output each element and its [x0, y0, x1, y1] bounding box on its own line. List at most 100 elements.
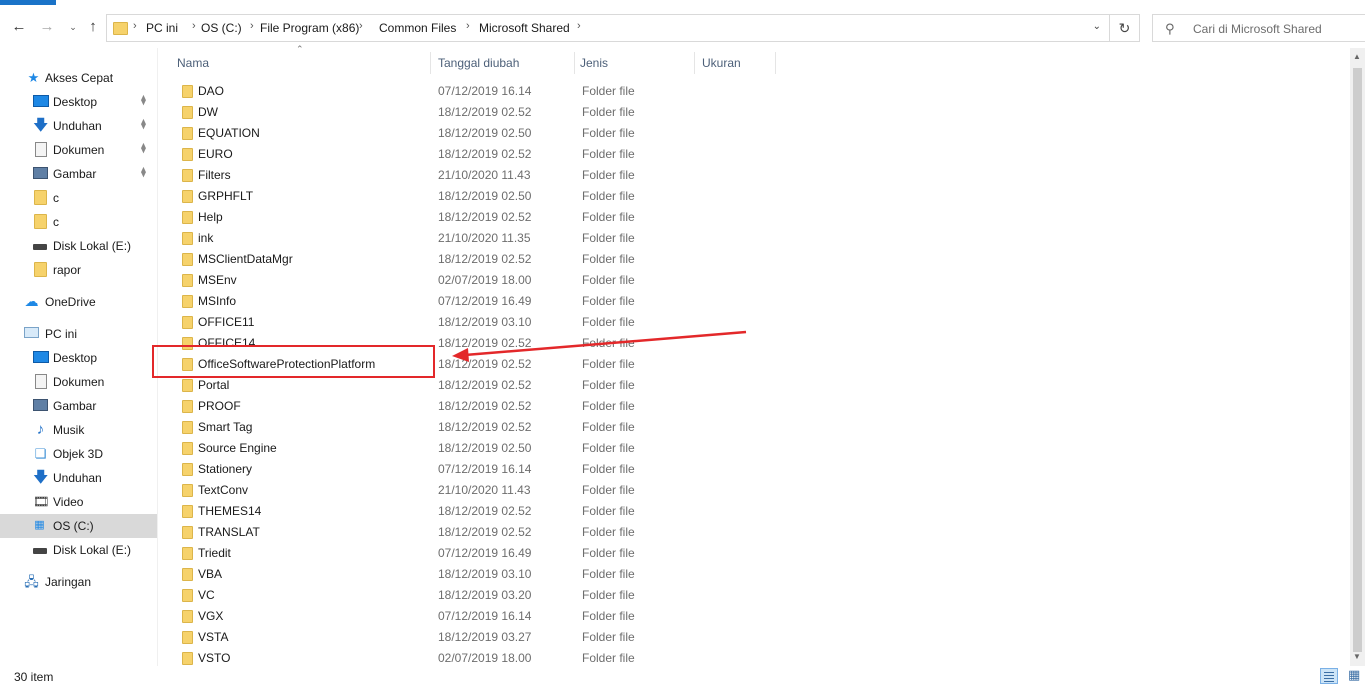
file-row[interactable]: VSTA 18/12/2019 03.27 Folder file — [174, 627, 774, 648]
chevron-right-icon[interactable]: › — [192, 20, 196, 32]
search-input[interactable]: ⚲ Cari di Microsoft Shared — [1152, 14, 1365, 42]
folder-icon — [182, 400, 193, 413]
file-row[interactable]: Portal 18/12/2019 02.52 Folder file — [174, 375, 774, 396]
file-row[interactable]: THEMES14 18/12/2019 02.52 Folder file — [174, 501, 774, 522]
file-row[interactable]: VC 18/12/2019 03.20 Folder file — [174, 585, 774, 606]
sidebar-item-desktop[interactable]: Desktop — [0, 346, 157, 370]
file-row[interactable]: TextConv 21/10/2020 11.43 Folder file — [174, 480, 774, 501]
folder-icon — [182, 589, 193, 602]
sidebar-item-desktop[interactable]: Desktop ⧫ — [0, 90, 157, 114]
sidebar-item-documents[interactable]: Dokumen ⧫ — [0, 138, 157, 162]
desktop-icon — [33, 95, 49, 107]
file-row[interactable]: TRANSLAT 18/12/2019 02.52 Folder file — [174, 522, 774, 543]
recent-locations-button[interactable]: ⌄ — [64, 18, 82, 36]
file-date: 18/12/2019 02.50 — [438, 441, 532, 455]
file-row[interactable]: Smart Tag 18/12/2019 02.52 Folder file — [174, 417, 774, 438]
sidebar-item-pictures[interactable]: Gambar ⧫ — [0, 162, 157, 186]
back-button[interactable]: ← — [10, 18, 28, 36]
sidebar-item-music[interactable]: ♪ Musik — [0, 418, 157, 442]
column-header-name[interactable]: Nama — [177, 56, 209, 70]
pin-icon[interactable]: ⧫ — [141, 143, 146, 154]
large-icons-view-button[interactable]: ▦ — [1346, 667, 1364, 684]
file-tab-accent[interactable] — [0, 0, 56, 5]
pin-icon[interactable]: ⧫ — [141, 167, 146, 178]
column-resize-handle[interactable] — [694, 52, 695, 74]
vertical-scrollbar[interactable]: ▲ ▼ — [1350, 48, 1365, 666]
sidebar-item-downloads[interactable]: 🡇 Unduhan — [0, 466, 157, 490]
column-resize-handle[interactable] — [574, 52, 575, 74]
column-header-type[interactable]: Jenis — [580, 56, 608, 70]
scroll-down-icon[interactable]: ▼ — [1353, 652, 1361, 661]
file-date: 18/12/2019 02.52 — [438, 378, 532, 392]
sidebar-item-onedrive[interactable]: ☁ OneDrive — [0, 290, 157, 314]
sidebar-item-documents[interactable]: Dokumen — [0, 370, 157, 394]
column-header-size[interactable]: Ukuran — [702, 56, 741, 70]
sidebar-item-disk-e[interactable]: Disk Lokal (E:) — [0, 234, 157, 258]
file-type: Folder file — [582, 630, 635, 644]
address-bar[interactable]: › PC ini › OS (C:) › File Program (x86) … — [106, 14, 1110, 42]
details-view-button[interactable] — [1320, 668, 1338, 684]
sidebar-item-disk-e[interactable]: Disk Lokal (E:) — [0, 538, 157, 562]
document-icon — [35, 142, 47, 157]
file-row[interactable]: Help 18/12/2019 02.52 Folder file — [174, 207, 774, 228]
chevron-right-icon[interactable]: › — [359, 20, 363, 32]
file-row[interactable]: OFFICE11 18/12/2019 03.10 Folder file — [174, 312, 774, 333]
sidebar-item-downloads[interactable]: 🡇 Unduhan ⧫ — [0, 114, 157, 138]
sidebar-item-rapor[interactable]: rapor — [0, 258, 157, 282]
file-row[interactable]: MSInfo 07/12/2019 16.49 Folder file — [174, 291, 774, 312]
file-name: Smart Tag — [198, 420, 253, 434]
chevron-down-icon[interactable]: ⌄ — [1093, 21, 1101, 32]
file-row[interactable]: MSEnv 02/07/2019 18.00 Folder file — [174, 270, 774, 291]
file-row[interactable]: EURO 18/12/2019 02.52 Folder file — [174, 144, 774, 165]
file-date: 02/07/2019 18.00 — [438, 273, 532, 287]
chevron-right-icon[interactable]: › — [466, 20, 470, 32]
breadcrumb-current[interactable]: Microsoft Shared — [479, 21, 570, 35]
file-row[interactable]: GRPHFLT 18/12/2019 02.50 Folder file — [174, 186, 774, 207]
file-name: DW — [198, 105, 218, 119]
sidebar-item-c[interactable]: c — [0, 210, 157, 234]
up-button[interactable]: ↑ — [84, 18, 102, 36]
file-row[interactable]: PROOF 18/12/2019 02.52 Folder file — [174, 396, 774, 417]
file-row[interactable]: DAO 07/12/2019 16.14 Folder file — [174, 81, 774, 102]
chevron-right-icon[interactable]: › — [133, 20, 137, 32]
chevron-right-icon[interactable]: › — [577, 20, 581, 32]
chevron-right-icon[interactable]: › — [250, 20, 254, 32]
refresh-button[interactable]: ↻ — [1110, 14, 1140, 42]
file-row[interactable]: EQUATION 18/12/2019 02.50 Folder file — [174, 123, 774, 144]
file-name: VSTA — [198, 630, 229, 644]
sidebar-item-3d-objects[interactable]: ❏ Objek 3D — [0, 442, 157, 466]
search-icon: ⚲ — [1165, 21, 1175, 36]
column-header-date[interactable]: Tanggal diubah — [438, 56, 519, 70]
sidebar-item-network[interactable]: 🖧 Jaringan — [0, 570, 157, 594]
file-row[interactable]: ink 21/10/2020 11.35 Folder file — [174, 228, 774, 249]
scroll-up-icon[interactable]: ▲ — [1353, 52, 1361, 61]
breadcrumb-pc[interactable]: PC ini — [146, 21, 178, 35]
column-resize-handle[interactable] — [430, 52, 431, 74]
sidebar-item-pictures[interactable]: Gambar — [0, 394, 157, 418]
pin-icon[interactable]: ⧫ — [141, 95, 146, 106]
file-name: PROOF — [198, 399, 241, 413]
sidebar-item-os-c[interactable]: ▦ OS (C:) — [0, 514, 157, 538]
sidebar-item-videos[interactable]: 🎞 Video — [0, 490, 157, 514]
file-row[interactable]: Stationery 07/12/2019 16.14 Folder file — [174, 459, 774, 480]
sidebar-item-label: Desktop — [53, 351, 98, 365]
forward-button[interactable]: → — [38, 18, 56, 36]
breadcrumb-common-files[interactable]: Common Files — [379, 21, 456, 35]
file-row[interactable]: MSClientDataMgr 18/12/2019 02.52 Folder fi… — [174, 249, 774, 270]
column-resize-handle[interactable] — [775, 52, 776, 74]
file-row[interactable]: Triedit 07/12/2019 16.49 Folder file — [174, 543, 774, 564]
sidebar-item-quick-access[interactable]: ★ Akses Cepat — [0, 66, 157, 90]
file-row[interactable]: VBA 18/12/2019 03.10 Folder file — [174, 564, 774, 585]
file-date: 18/12/2019 02.52 — [438, 105, 532, 119]
file-row[interactable]: Source Engine 18/12/2019 02.50 Folder file — [174, 438, 774, 459]
pin-icon[interactable]: ⧫ — [141, 119, 146, 130]
sidebar-item-this-pc[interactable]: PC ini — [0, 322, 157, 346]
sidebar-item-c[interactable]: c — [0, 186, 157, 210]
scroll-thumb[interactable] — [1353, 68, 1362, 652]
file-name: THEMES14 — [198, 504, 262, 518]
breadcrumb-program-files[interactable]: File Program (x86) — [260, 21, 359, 35]
file-row[interactable]: DW 18/12/2019 02.52 Folder file — [174, 102, 774, 123]
file-row[interactable]: VGX 07/12/2019 16.14 Folder file — [174, 606, 774, 627]
file-row[interactable]: Filters 21/10/2020 11.43 Folder file — [174, 165, 774, 186]
breadcrumb-drive[interactable]: OS (C:) — [201, 21, 242, 35]
